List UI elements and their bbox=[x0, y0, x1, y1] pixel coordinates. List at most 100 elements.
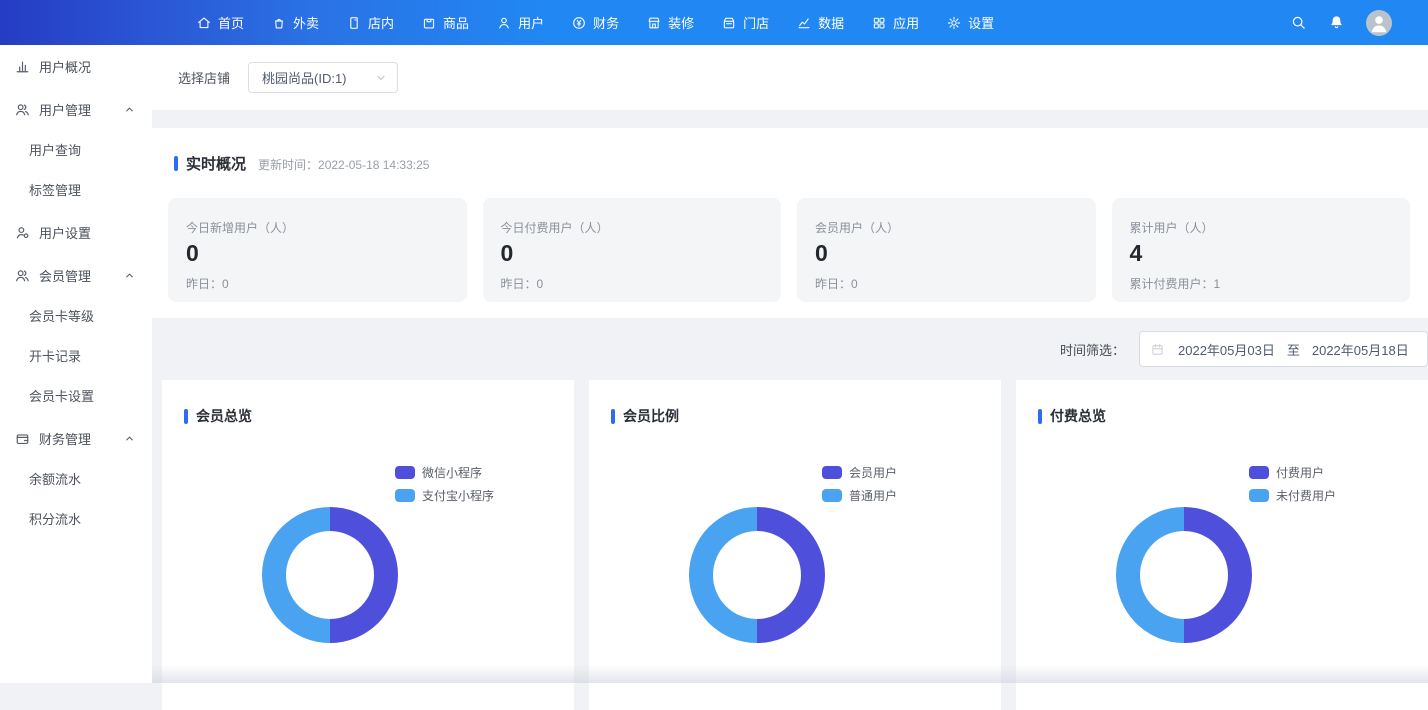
donut-chart-member-overview bbox=[262, 507, 398, 643]
nav-item-apps[interactable]: 应用 bbox=[871, 13, 919, 32]
legend-item[interactable]: 付费用户 bbox=[1249, 464, 1336, 481]
sidebar-group-label: 财务管理 bbox=[39, 429, 91, 448]
section-accent-bar bbox=[1038, 409, 1042, 424]
chart-header: 会员比例 bbox=[589, 406, 1001, 426]
nav-item-in-store[interactable]: 店内 bbox=[346, 13, 394, 32]
legend-swatch bbox=[395, 466, 415, 479]
user-avatar[interactable] bbox=[1366, 10, 1392, 36]
sidebar-item-label: 标签管理 bbox=[29, 180, 81, 199]
sidebar-group-user-management[interactable]: 用户管理 bbox=[0, 89, 152, 129]
sidebar-group-label: 会员管理 bbox=[39, 266, 91, 285]
sidebar-item-user-settings[interactable]: 用户设置 bbox=[0, 212, 152, 252]
legend-label: 付费用户 bbox=[1276, 464, 1324, 481]
donut-chart-payment-overview bbox=[1116, 507, 1252, 643]
section-accent-bar bbox=[174, 156, 178, 171]
in-store-icon bbox=[346, 15, 362, 31]
chevron-up-icon bbox=[124, 104, 135, 115]
sidebar-item-card-open-records[interactable]: 开卡记录 bbox=[0, 335, 152, 375]
nav-item-label: 装修 bbox=[668, 13, 694, 32]
calendar-icon bbox=[1150, 342, 1165, 357]
nav-item-label: 用户 bbox=[518, 13, 544, 32]
realtime-overview-card: 实时概况 更新时间：2022-05-18 14:33:25 今日新增用户（人） … bbox=[152, 128, 1428, 318]
search-icon[interactable] bbox=[1290, 14, 1307, 31]
nav-item-goods[interactable]: 商品 bbox=[421, 13, 469, 32]
legend-item[interactable]: 支付宝小程序 bbox=[395, 487, 494, 504]
realtime-header: 实时概况 更新时间：2022-05-18 14:33:25 bbox=[168, 153, 1410, 174]
nav-item-settings[interactable]: 设置 bbox=[946, 13, 994, 32]
store-select-card: 选择店铺 桃园尚品(ID:1) bbox=[152, 45, 1428, 110]
top-nav-items: 首页 外卖 店内 商品 用户 财务 装修 门店 bbox=[196, 13, 994, 32]
store-select-value: 桃园尚品(ID:1) bbox=[262, 68, 347, 87]
legend-item[interactable]: 普通用户 bbox=[822, 487, 897, 504]
time-filter-row: 时间筛选： 2022年05月03日 至 2022年05月18日 bbox=[152, 318, 1428, 380]
legend-item[interactable]: 会员用户 bbox=[822, 464, 897, 481]
update-time: 更新时间：2022-05-18 14:33:25 bbox=[258, 156, 429, 173]
sidebar-group-finance-management[interactable]: 财务管理 bbox=[0, 418, 152, 458]
finance-icon bbox=[571, 15, 587, 31]
stat-card-new-users-today: 今日新增用户（人） 0 昨日：0 bbox=[168, 198, 467, 302]
users-icon bbox=[14, 101, 31, 118]
time-filter-label: 时间筛选： bbox=[1060, 340, 1125, 359]
top-nav-right bbox=[1290, 10, 1428, 36]
main-content: 选择店铺 桃园尚品(ID:1) 实时概况 更新时间：2022-05-18 14:… bbox=[152, 45, 1428, 683]
legend-swatch bbox=[822, 489, 842, 502]
sidebar: 用户概况 用户管理 用户查询 标签管理 用户设置 会员管理 会员卡等级 开卡记录… bbox=[0, 45, 152, 683]
stat-card-paying-users-today: 今日付费用户（人） 0 昨日：0 bbox=[483, 198, 782, 302]
sidebar-item-member-card-settings[interactable]: 会员卡设置 bbox=[0, 375, 152, 415]
sidebar-item-label: 会员卡设置 bbox=[29, 386, 94, 405]
nav-item-store[interactable]: 门店 bbox=[721, 13, 769, 32]
sidebar-item-member-card-level[interactable]: 会员卡等级 bbox=[0, 295, 152, 335]
sidebar-group-label: 用户管理 bbox=[39, 100, 91, 119]
nav-item-decorate[interactable]: 装修 bbox=[646, 13, 694, 32]
legend-label: 支付宝小程序 bbox=[422, 487, 494, 504]
decorate-icon bbox=[646, 15, 662, 31]
stat-card-member-users: 会员用户（人） 0 昨日：0 bbox=[797, 198, 1096, 302]
nav-item-user[interactable]: 用户 bbox=[496, 13, 544, 32]
chart-header: 付费总览 bbox=[1016, 406, 1428, 426]
stat-value: 0 bbox=[501, 241, 782, 266]
nav-item-data[interactable]: 数据 bbox=[796, 13, 844, 32]
nav-item-home[interactable]: 首页 bbox=[196, 13, 244, 32]
nav-item-takeout[interactable]: 外卖 bbox=[271, 13, 319, 32]
date-range-separator: 至 bbox=[1287, 340, 1300, 359]
legend-item[interactable]: 微信小程序 bbox=[395, 464, 494, 481]
sidebar-item-label: 积分流水 bbox=[29, 509, 81, 528]
store-icon bbox=[721, 15, 737, 31]
chart-title: 付费总览 bbox=[1050, 406, 1106, 426]
stat-label: 今日付费用户（人） bbox=[501, 219, 782, 236]
nav-item-label: 数据 bbox=[818, 13, 844, 32]
donut-chart-member-ratio bbox=[689, 507, 825, 643]
stat-label: 累计用户（人） bbox=[1130, 219, 1411, 236]
sidebar-item-user-overview[interactable]: 用户概况 bbox=[0, 46, 152, 86]
date-range-picker[interactable]: 2022年05月03日 至 2022年05月18日 bbox=[1139, 331, 1428, 367]
nav-item-label: 店内 bbox=[368, 13, 394, 32]
chart-card-member-overview: 会员总览 微信小程序 支付宝小程序 bbox=[162, 380, 574, 710]
charts-row: 会员总览 微信小程序 支付宝小程序 会员比例 bbox=[152, 380, 1428, 710]
wallet-icon bbox=[14, 430, 31, 447]
apps-icon bbox=[871, 15, 887, 31]
legend-label: 普通用户 bbox=[849, 487, 897, 504]
legend-item[interactable]: 未付费用户 bbox=[1249, 487, 1336, 504]
stat-value: 0 bbox=[186, 241, 467, 266]
sidebar-group-member-management[interactable]: 会员管理 bbox=[0, 255, 152, 295]
sidebar-item-label: 用户查询 bbox=[29, 140, 81, 159]
legend-label: 会员用户 bbox=[849, 464, 897, 481]
sidebar-item-points-flow[interactable]: 积分流水 bbox=[0, 498, 152, 538]
chart-title: 会员比例 bbox=[623, 406, 679, 426]
chart-header: 会员总览 bbox=[162, 406, 574, 426]
sidebar-item-tag-management[interactable]: 标签管理 bbox=[0, 169, 152, 209]
notification-bell-icon[interactable] bbox=[1328, 14, 1345, 31]
nav-item-finance[interactable]: 财务 bbox=[571, 13, 619, 32]
store-select-dropdown[interactable]: 桃园尚品(ID:1) bbox=[248, 62, 398, 93]
legend-label: 微信小程序 bbox=[422, 464, 482, 481]
settings-icon bbox=[946, 15, 962, 31]
chevron-up-icon bbox=[124, 433, 135, 444]
sidebar-item-user-query[interactable]: 用户查询 bbox=[0, 129, 152, 169]
nav-item-label: 门店 bbox=[743, 13, 769, 32]
chart-legend: 微信小程序 支付宝小程序 bbox=[395, 464, 494, 504]
sidebar-item-balance-flow[interactable]: 余额流水 bbox=[0, 458, 152, 498]
chart-legend: 会员用户 普通用户 bbox=[822, 464, 897, 504]
sidebar-item-label: 余额流水 bbox=[29, 469, 81, 488]
takeout-icon bbox=[271, 15, 287, 31]
user-icon bbox=[496, 15, 512, 31]
